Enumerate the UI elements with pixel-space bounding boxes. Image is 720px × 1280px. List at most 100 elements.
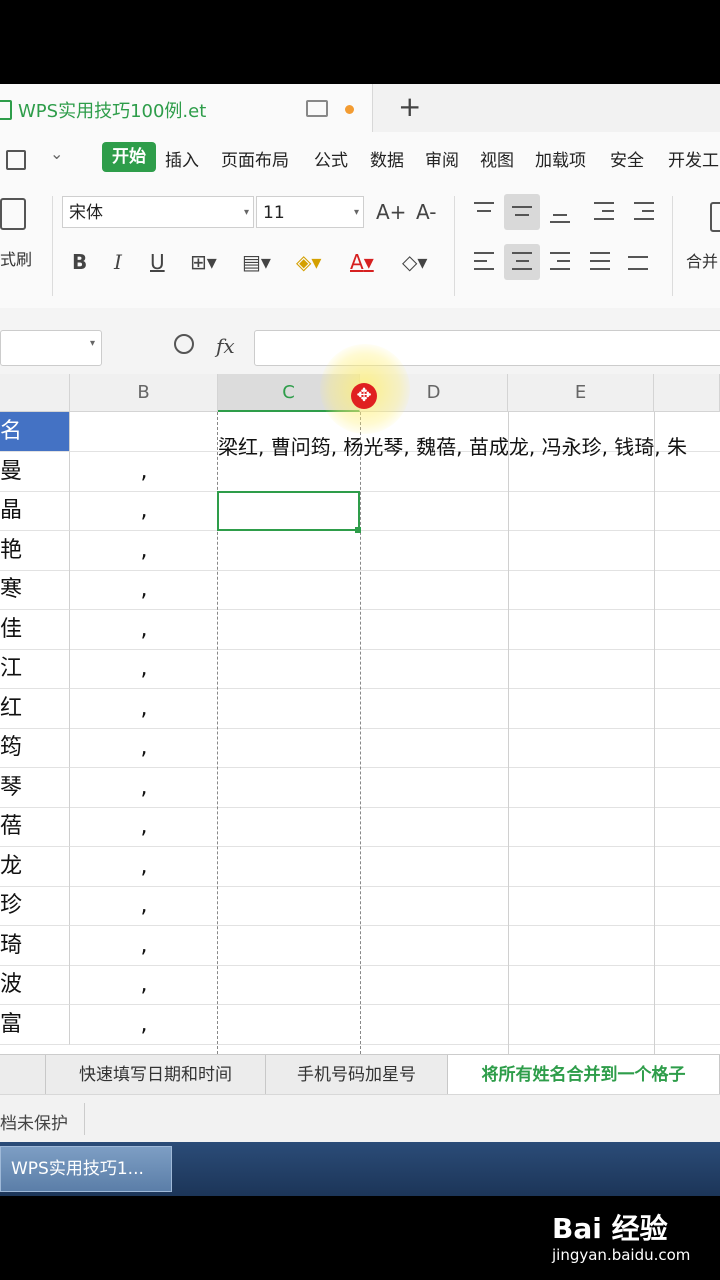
menu-item-developer[interactable]: 开发工 (668, 146, 719, 171)
underline-button[interactable]: U (150, 250, 165, 274)
decrease-font-button[interactable]: A- (416, 200, 436, 224)
cell-a-12[interactable]: 龙 (0, 847, 70, 887)
align-center-icon[interactable] (504, 244, 540, 280)
cell-a-7[interactable]: 江 (0, 649, 70, 689)
bold-button[interactable]: B (72, 250, 87, 274)
justify-icon[interactable] (582, 244, 618, 280)
cell-b-10[interactable]: , (70, 768, 218, 808)
menu-item-insert[interactable]: 插入 (165, 146, 199, 171)
cell-b-5[interactable]: , (70, 570, 218, 610)
fill-color-icon[interactable]: ◈▾ (296, 250, 321, 274)
status-divider (84, 1103, 85, 1135)
cell-a-8[interactable]: 红 (0, 689, 70, 729)
cell-a-9[interactable]: 筠 (0, 728, 70, 768)
spreadsheet-grid[interactable]: B C D E 名曼,晶,艳,寒,佳,江,红,筠,琴,蓓,龙,珍,琦,波,富, … (0, 344, 720, 1054)
font-color-button[interactable]: A▾ (350, 250, 374, 274)
cell-a-2[interactable]: 曼 (0, 452, 70, 492)
font-name-select[interactable]: 宋体 ▾ (62, 196, 254, 228)
cell-b-12[interactable]: , (70, 847, 218, 887)
cell-a-3[interactable]: 晶 (0, 491, 70, 531)
merge-cells-label[interactable]: 合并 (686, 248, 718, 272)
menu-item-review[interactable]: 审阅 (425, 146, 459, 171)
menu-item-start[interactable]: 开始 (102, 142, 156, 172)
fill-handle[interactable] (355, 527, 361, 533)
menu-item-formula[interactable]: 公式 (314, 146, 348, 171)
cell-a-16[interactable]: 富 (0, 1005, 70, 1045)
menu-item-security[interactable]: 安全 (610, 146, 644, 171)
column-header-e[interactable]: E (508, 374, 654, 412)
sheet-tab-date-time[interactable]: 快速填写日期和时间 (46, 1055, 266, 1095)
cell-b-2[interactable]: , (70, 452, 218, 492)
sheet-tab-phone-mask[interactable]: 手机号码加星号 (266, 1055, 448, 1095)
increase-font-button[interactable]: A+ (376, 200, 406, 224)
cell-a-1[interactable]: 名 (0, 412, 70, 452)
zoom-search-icon[interactable] (174, 334, 194, 354)
cell-b-15[interactable]: , (70, 965, 218, 1005)
taskbar-item-wps[interactable]: WPS实用技巧1... (0, 1146, 172, 1192)
cell-b-7[interactable]: , (70, 649, 218, 689)
menu-item-page-layout[interactable]: 页面布局 (221, 146, 289, 171)
clear-eraser-icon[interactable]: ◇▾ (402, 250, 427, 274)
sheet-tab-previous[interactable] (0, 1055, 46, 1095)
chevron-down-icon[interactable]: ▾ (90, 338, 95, 349)
italic-button[interactable]: I (114, 250, 122, 274)
column-header-a[interactable] (0, 374, 70, 412)
cell-b-13[interactable]: , (70, 886, 218, 926)
selected-cell-c3[interactable] (217, 491, 360, 531)
format-painter-label[interactable]: 式刷 (0, 246, 32, 270)
cell-a-6[interactable]: 佳 (0, 610, 70, 650)
format-painter-icon[interactable] (0, 198, 26, 230)
row-gridline (218, 649, 720, 650)
cell-a-4[interactable]: 艳 (0, 531, 70, 571)
distributed-align-icon[interactable] (620, 244, 656, 280)
cell-b-3[interactable]: , (70, 491, 218, 531)
merged-names-cell-text[interactable]: 梁红, 曹问筠, 杨光琴, 魏蓓, 苗成龙, 冯永珍, 钱琦, 朱 (218, 431, 720, 460)
cell-a-13[interactable]: 珍 (0, 886, 70, 926)
menu-item-view[interactable]: 视图 (480, 146, 514, 171)
row-gridline (218, 925, 720, 926)
row-gridline (218, 1004, 720, 1005)
quick-access-chevron-down-icon[interactable]: ⌄ (50, 144, 63, 163)
borders-icon[interactable]: ⊞▾ (190, 250, 217, 274)
cell-b-9[interactable]: , (70, 728, 218, 768)
name-box[interactable] (0, 330, 102, 366)
cell-a-15[interactable]: 波 (0, 965, 70, 1005)
cell-b-14[interactable]: , (70, 926, 218, 966)
cell-a-5[interactable]: 寒 (0, 570, 70, 610)
file-tab[interactable]: WPS实用技巧100例.et (0, 84, 373, 132)
align-middle-icon[interactable] (504, 194, 540, 230)
fx-icon[interactable]: fx (216, 334, 235, 358)
cell-a-10[interactable]: 琴 (0, 768, 70, 808)
decrease-indent-icon[interactable] (586, 194, 622, 230)
column-header-f[interactable] (654, 374, 720, 412)
font-color-label: A (350, 250, 364, 274)
formula-input[interactable] (254, 330, 720, 366)
merge-cells-icon[interactable] (710, 202, 720, 232)
align-right-icon[interactable] (542, 244, 578, 280)
cell-style-icon[interactable]: ▤▾ (242, 250, 271, 274)
align-bottom-icon[interactable] (542, 194, 578, 230)
new-tab-plus-icon[interactable]: + (398, 90, 421, 123)
column-c-right-guide (360, 412, 362, 1054)
column-header-b[interactable]: B (70, 374, 218, 412)
menu-item-data[interactable]: 数据 (370, 146, 404, 171)
cell-b-4[interactable]: , (70, 531, 218, 571)
cell-b-6[interactable]: , (70, 610, 218, 650)
cell-b-11[interactable]: , (70, 807, 218, 847)
title-bar: WPS实用技巧100例.et + (0, 84, 720, 133)
cell-b-1[interactable] (70, 412, 218, 452)
cell-b-16[interactable]: , (70, 1005, 218, 1045)
column-resize-cursor-icon[interactable]: ✥ (351, 383, 377, 409)
cell-a-11[interactable]: 蓓 (0, 807, 70, 847)
align-top-icon[interactable] (466, 194, 502, 230)
font-size-select[interactable]: 11 ▾ (256, 196, 364, 228)
increase-indent-icon[interactable] (626, 194, 662, 230)
sheet-tab-merge-names[interactable]: 将所有姓名合并到一个格子 (448, 1055, 720, 1095)
cell-b-8[interactable]: , (70, 689, 218, 729)
column-divider (654, 412, 655, 1054)
cell-a-14[interactable]: 琦 (0, 926, 70, 966)
monitor-icon[interactable] (306, 100, 328, 117)
menu-item-addins[interactable]: 加载项 (535, 146, 586, 171)
save-icon[interactable] (6, 150, 26, 170)
align-left-icon[interactable] (466, 244, 502, 280)
